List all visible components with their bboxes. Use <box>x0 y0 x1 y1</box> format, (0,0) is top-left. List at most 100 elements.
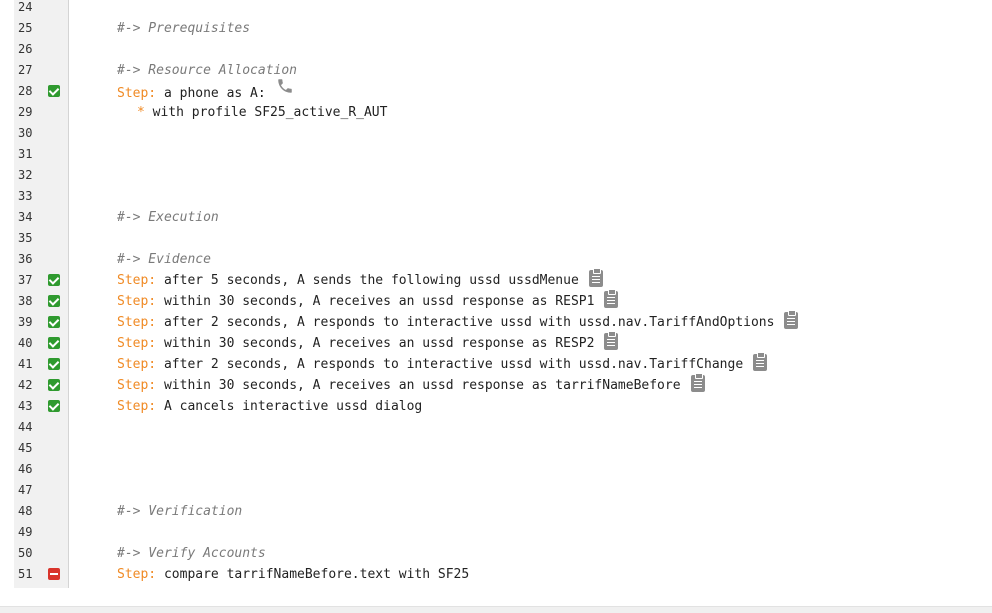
code-line[interactable]: 41 Step: after 2 seconds, A responds to i… <box>0 352 992 375</box>
code-line[interactable]: 26 <box>0 39 992 60</box>
step-text: after 2 seconds, A responds to interacti… <box>156 357 744 372</box>
step-text: a phone as A: <box>156 86 266 101</box>
code-line[interactable]: 36 #-> Evidence <box>0 249 992 270</box>
line-number: 46 <box>18 462 33 476</box>
line-number: 50 <box>18 546 33 560</box>
script-editor: 24 25 #-> Prerequisites 26 27 #-> Resource Al… <box>0 0 992 588</box>
code-line[interactable]: 50 #-> Verify Accounts <box>0 543 992 564</box>
code-line[interactable]: 44 <box>0 417 992 438</box>
code-content: #-> Evidence <box>117 249 211 270</box>
step-keyword: Step: <box>117 378 157 393</box>
code-content: Step: after 5 seconds, A sends the follo… <box>117 268 603 291</box>
code-line[interactable]: 37 Step: after 5 seconds, A sends the fol… <box>0 268 992 291</box>
code-content: #-> Verification <box>117 501 242 522</box>
line-number: 24 <box>18 0 33 14</box>
line-number: 36 <box>18 252 33 266</box>
step-keyword: Step: <box>117 273 157 288</box>
code-content: Step: within 30 seconds, A receives an u… <box>117 373 705 396</box>
code-content: Step: after 2 seconds, A responds to int… <box>117 352 768 375</box>
code-content: #-> Verify Accounts <box>117 543 266 564</box>
code-line[interactable]: 32 <box>0 165 992 186</box>
step-passed-icon[interactable] <box>48 358 60 370</box>
code-content: Step: within 30 seconds, A receives an u… <box>117 331 619 354</box>
line-number: 28 <box>18 84 33 98</box>
code-line[interactable]: 39 Step: after 2 seconds, A responds to i… <box>0 310 992 333</box>
clipboard-icon[interactable] <box>784 310 799 329</box>
code-line[interactable]: 33 <box>0 186 992 207</box>
line-number: 31 <box>18 147 33 161</box>
step-keyword: Step: <box>117 315 157 330</box>
clipboard-icon[interactable] <box>604 289 619 308</box>
line-number: 35 <box>18 231 33 245</box>
step-text: within 30 seconds, A receives an ussd re… <box>156 378 681 393</box>
code-line[interactable]: 40 Step: within 30 seconds, A receives an… <box>0 331 992 354</box>
clipboard-icon[interactable] <box>604 331 619 350</box>
step-passed-icon[interactable] <box>48 400 60 412</box>
code-line[interactable]: 31 <box>0 144 992 165</box>
step-text: within 30 seconds, A receives an ussd re… <box>156 336 595 351</box>
code-line[interactable]: 25 #-> Prerequisites <box>0 18 992 39</box>
step-text: after 5 seconds, A sends the following u… <box>156 273 579 288</box>
code-line[interactable]: 48 #-> Verification <box>0 501 992 522</box>
line-number: 37 <box>18 273 33 287</box>
clipboard-icon[interactable] <box>690 373 705 392</box>
bullet-marker: * <box>137 105 145 120</box>
code-content: #-> Prerequisites <box>117 18 250 39</box>
line-number: 25 <box>18 21 33 35</box>
code-line[interactable]: 27 #-> Resource Allocation <box>0 60 992 81</box>
line-number: 45 <box>18 441 33 455</box>
step-passed-icon[interactable] <box>48 85 60 97</box>
step-passed-icon[interactable] <box>48 337 60 349</box>
line-number: 33 <box>18 189 33 203</box>
line-number: 29 <box>18 105 33 119</box>
code-line[interactable]: 47 <box>0 480 992 501</box>
line-number: 30 <box>18 126 33 140</box>
step-keyword: Step: <box>117 294 157 309</box>
section-comment: #-> Prerequisites <box>117 21 251 36</box>
line-number: 32 <box>18 168 33 182</box>
line-number: 26 <box>18 42 33 56</box>
step-text: compare tarrifNameBefore.text with SF25 <box>156 567 470 582</box>
code-line[interactable]: 49 <box>0 522 992 543</box>
step-keyword: Step: <box>117 336 157 351</box>
code-line[interactable]: 29 * with profile SF25_active_R_AUT <box>0 102 992 123</box>
step-passed-icon[interactable] <box>48 274 60 286</box>
line-number: 40 <box>18 336 33 350</box>
code-line[interactable]: 35 <box>0 228 992 249</box>
code-line[interactable]: 43 Step: A cancels interactive ussd dialo… <box>0 396 992 417</box>
line-number: 44 <box>18 420 33 434</box>
code-line[interactable]: 42 Step: within 30 seconds, A receives an… <box>0 373 992 396</box>
section-comment: #-> Evidence <box>117 252 211 267</box>
section-comment: #-> Verify Accounts <box>117 546 266 561</box>
step-passed-icon[interactable] <box>48 295 60 307</box>
code-line[interactable]: 28 Step: a phone as A: <box>0 79 992 102</box>
line-number: 47 <box>18 483 33 497</box>
step-keyword: Step: <box>117 567 157 582</box>
step-text: after 2 seconds, A responds to interacti… <box>156 315 775 330</box>
code-content: Step: after 2 seconds, A responds to int… <box>117 310 799 333</box>
code-line[interactable]: 45 <box>0 438 992 459</box>
line-number: 48 <box>18 504 33 518</box>
step-failed-icon[interactable] <box>48 568 60 580</box>
code-line[interactable]: 38 Step: within 30 seconds, A receives an… <box>0 289 992 312</box>
code-line[interactable]: 30 <box>0 123 992 144</box>
step-keyword: Step: <box>117 86 157 101</box>
step-keyword: Step: <box>117 399 157 414</box>
step-text: within 30 seconds, A receives an ussd re… <box>156 294 595 309</box>
parameter-text: with profile SF25_active_R_AUT <box>144 105 388 120</box>
phone-icon[interactable] <box>276 77 294 102</box>
code-line[interactable]: 34 #-> Execution <box>0 207 992 228</box>
code-line[interactable]: 24 <box>0 0 992 18</box>
code-content: #-> Execution <box>117 207 219 228</box>
clipboard-icon[interactable] <box>588 268 603 287</box>
code-content: #-> Resource Allocation <box>117 60 297 81</box>
step-passed-icon[interactable] <box>48 379 60 391</box>
step-passed-icon[interactable] <box>48 316 60 328</box>
code-content: Step: within 30 seconds, A receives an u… <box>117 289 619 312</box>
clipboard-icon[interactable] <box>753 352 768 371</box>
line-number: 39 <box>18 315 33 329</box>
section-comment: #-> Resource Allocation <box>117 63 298 78</box>
code-line[interactable]: 51 Step: compare tarrifNameBefore.text wi… <box>0 564 992 585</box>
line-number: 34 <box>18 210 33 224</box>
code-line[interactable]: 46 <box>0 459 992 480</box>
